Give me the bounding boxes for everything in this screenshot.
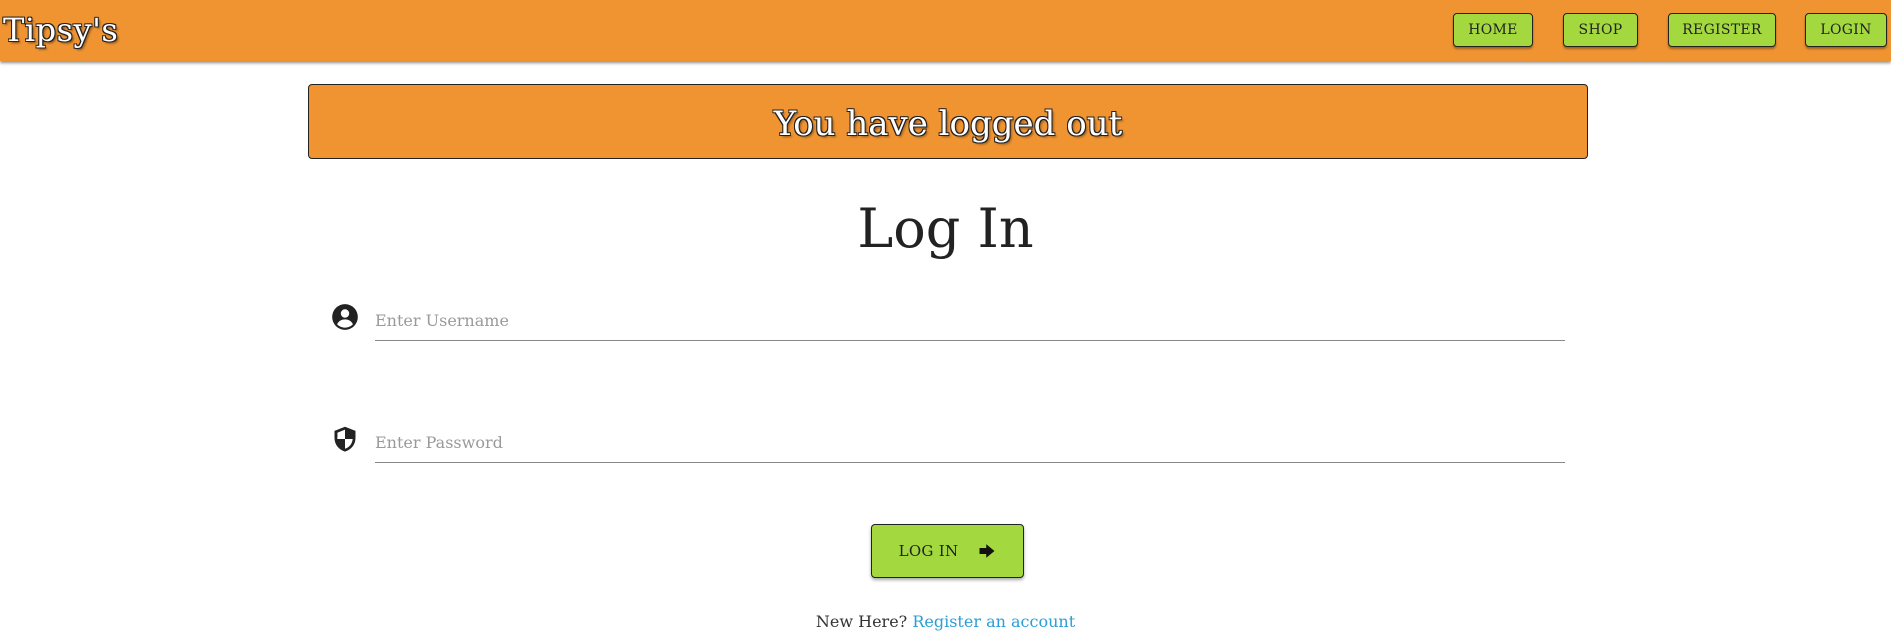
logout-alert: You have logged out	[308, 84, 1588, 159]
nav-home-button[interactable]: HOME	[1453, 13, 1533, 47]
page-title: Log In	[857, 197, 1034, 260]
password-input[interactable]	[375, 423, 1565, 463]
alert-message: You have logged out	[773, 103, 1123, 144]
username-input[interactable]	[375, 301, 1565, 341]
shield-icon	[331, 425, 359, 453]
brand-logo[interactable]: Tipsy's	[3, 8, 118, 52]
top-navbar: Tipsy's HOME SHOP REGISTER LOGIN	[0, 0, 1891, 61]
register-prompt-text: New Here?	[815, 612, 908, 631]
register-prompt: New Here? Register an account	[0, 612, 1891, 631]
nav-shop-button[interactable]: SHOP	[1563, 13, 1638, 47]
login-button-label: LOG IN	[898, 542, 959, 560]
login-submit-button[interactable]: LOG IN	[871, 524, 1024, 578]
user-circle-icon	[331, 303, 359, 331]
nav-login-button[interactable]: LOGIN	[1805, 13, 1887, 47]
nav-register-button[interactable]: REGISTER	[1668, 13, 1776, 47]
register-account-link[interactable]: Register an account	[912, 612, 1075, 631]
arrow-right-icon	[979, 544, 995, 558]
